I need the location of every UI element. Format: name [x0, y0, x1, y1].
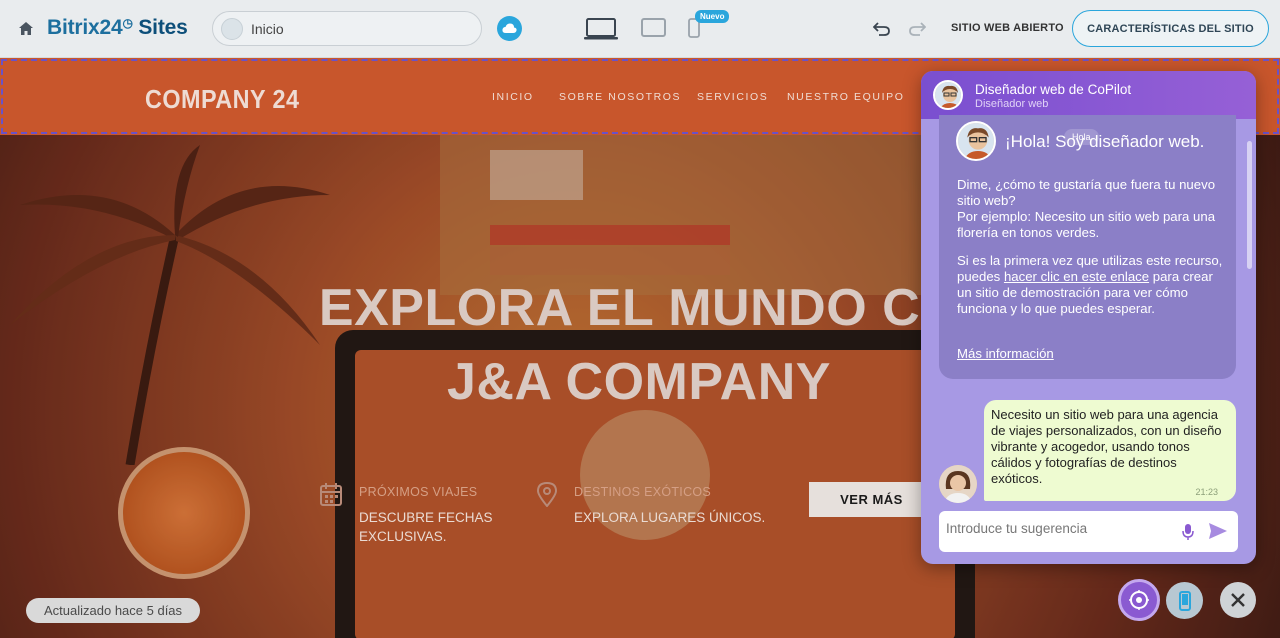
cloud-save-icon[interactable] [497, 16, 522, 41]
site-nav-item-nuestro-equipo[interactable]: NUESTRO EQUIPO [787, 91, 905, 103]
suggestion-input[interactable] [946, 521, 1166, 536]
feature-description: EXPLORA LUGARES ÚNICOS. [574, 510, 766, 525]
chat-title: Diseñador web de CoPilot [975, 82, 1132, 97]
site-features-button[interactable]: CARACTERÍSTICAS DEL SITIO [1072, 10, 1269, 47]
chat-scrollbar[interactable] [1247, 141, 1252, 269]
mobile-icon [1178, 590, 1191, 611]
feature-upcoming-trips[interactable]: PRÓXIMOS VIAJES DESCUBRE FECHAS EXCLUSIV… [359, 485, 499, 546]
close-button[interactable] [1220, 582, 1256, 618]
chat-header: Diseñador web de CoPilot Diseñador web [921, 71, 1256, 119]
bot-greeting-tag: Hola [1064, 129, 1099, 145]
feature-title: DESTINOS EXÓTICOS [574, 485, 712, 499]
tablet-view-icon[interactable] [641, 18, 666, 38]
feature-description: DESCUBRE FECHAS EXCLUSIVAS. [359, 510, 493, 544]
site-logo[interactable]: COMPANY 24 [145, 84, 299, 115]
new-badge: Nuevo [695, 10, 730, 23]
see-more-button[interactable]: VER MÁS [809, 482, 934, 517]
calendar-icon [320, 483, 342, 506]
editor-toolbar: Bitrix24◷ Sites Inicio Nuevo SITIO WEB A… [0, 0, 1280, 58]
user-message-text: Necesito un sitio web para una agencia d… [991, 407, 1222, 486]
feature-exotic-destinations[interactable]: DESTINOS EXÓTICOS EXPLORA LUGARES ÚNICOS… [574, 485, 765, 527]
site-nav-item-servicios[interactable]: SERVICIOS [697, 91, 768, 103]
user-avatar [939, 465, 977, 503]
home-icon[interactable] [17, 20, 35, 38]
demo-site-link[interactable]: hacer clic en este enlace [1004, 269, 1149, 284]
copilot-chat-panel: Diseñador web de CoPilot Diseñador web ¡… [921, 71, 1256, 564]
undo-icon[interactable] [873, 19, 891, 37]
send-icon[interactable] [1208, 522, 1228, 540]
redo-icon[interactable] [908, 19, 926, 37]
copilot-message-avatar [956, 121, 996, 161]
last-updated-badge: Actualizado hace 5 días [26, 598, 201, 623]
more-info-link[interactable]: Más información [957, 346, 1054, 362]
location-pin-icon [537, 482, 557, 507]
site-nav-item-sobre-nosotros[interactable]: SOBRE NOSOTROS [559, 91, 681, 103]
copilot-button[interactable] [1118, 579, 1160, 621]
feature-title: PRÓXIMOS VIAJES [359, 485, 478, 499]
copilot-icon [1129, 590, 1149, 610]
desktop-view-icon[interactable] [584, 18, 618, 40]
bot-message: ¡Hola! Soy diseñador web. Hola Dime, ¿có… [939, 115, 1236, 379]
page-address-text: Inicio [251, 20, 284, 37]
chat-input-box [939, 511, 1238, 552]
chat-subtitle: Diseñador web [975, 98, 1049, 110]
page-address-bar[interactable]: Inicio [212, 11, 482, 46]
bot-paragraph-2: Por ejemplo: Necesito un sitio web para … [957, 209, 1216, 240]
bitrix24-logo[interactable]: Bitrix24◷ Sites [47, 16, 188, 40]
site-nav-item-inicio[interactable]: INICIO [492, 91, 534, 103]
page-favicon-icon [221, 17, 243, 40]
bot-paragraph-3: Si es la primera vez que utilizas este r… [957, 253, 1223, 316]
close-icon [1231, 593, 1245, 607]
mobile-preview-button[interactable] [1166, 582, 1203, 619]
bot-paragraph-1: Dime, ¿cómo te gustaría que fuera tu nue… [957, 177, 1216, 208]
copilot-avatar [933, 80, 963, 110]
bot-greeting: ¡Hola! Soy diseñador web. [1005, 132, 1205, 151]
user-message-time: 21:23 [1195, 487, 1218, 497]
microphone-icon[interactable] [1182, 523, 1194, 541]
open-site-link[interactable]: SITIO WEB ABIERTO [951, 22, 1064, 34]
user-message: Necesito un sitio web para una agencia d… [984, 400, 1236, 501]
